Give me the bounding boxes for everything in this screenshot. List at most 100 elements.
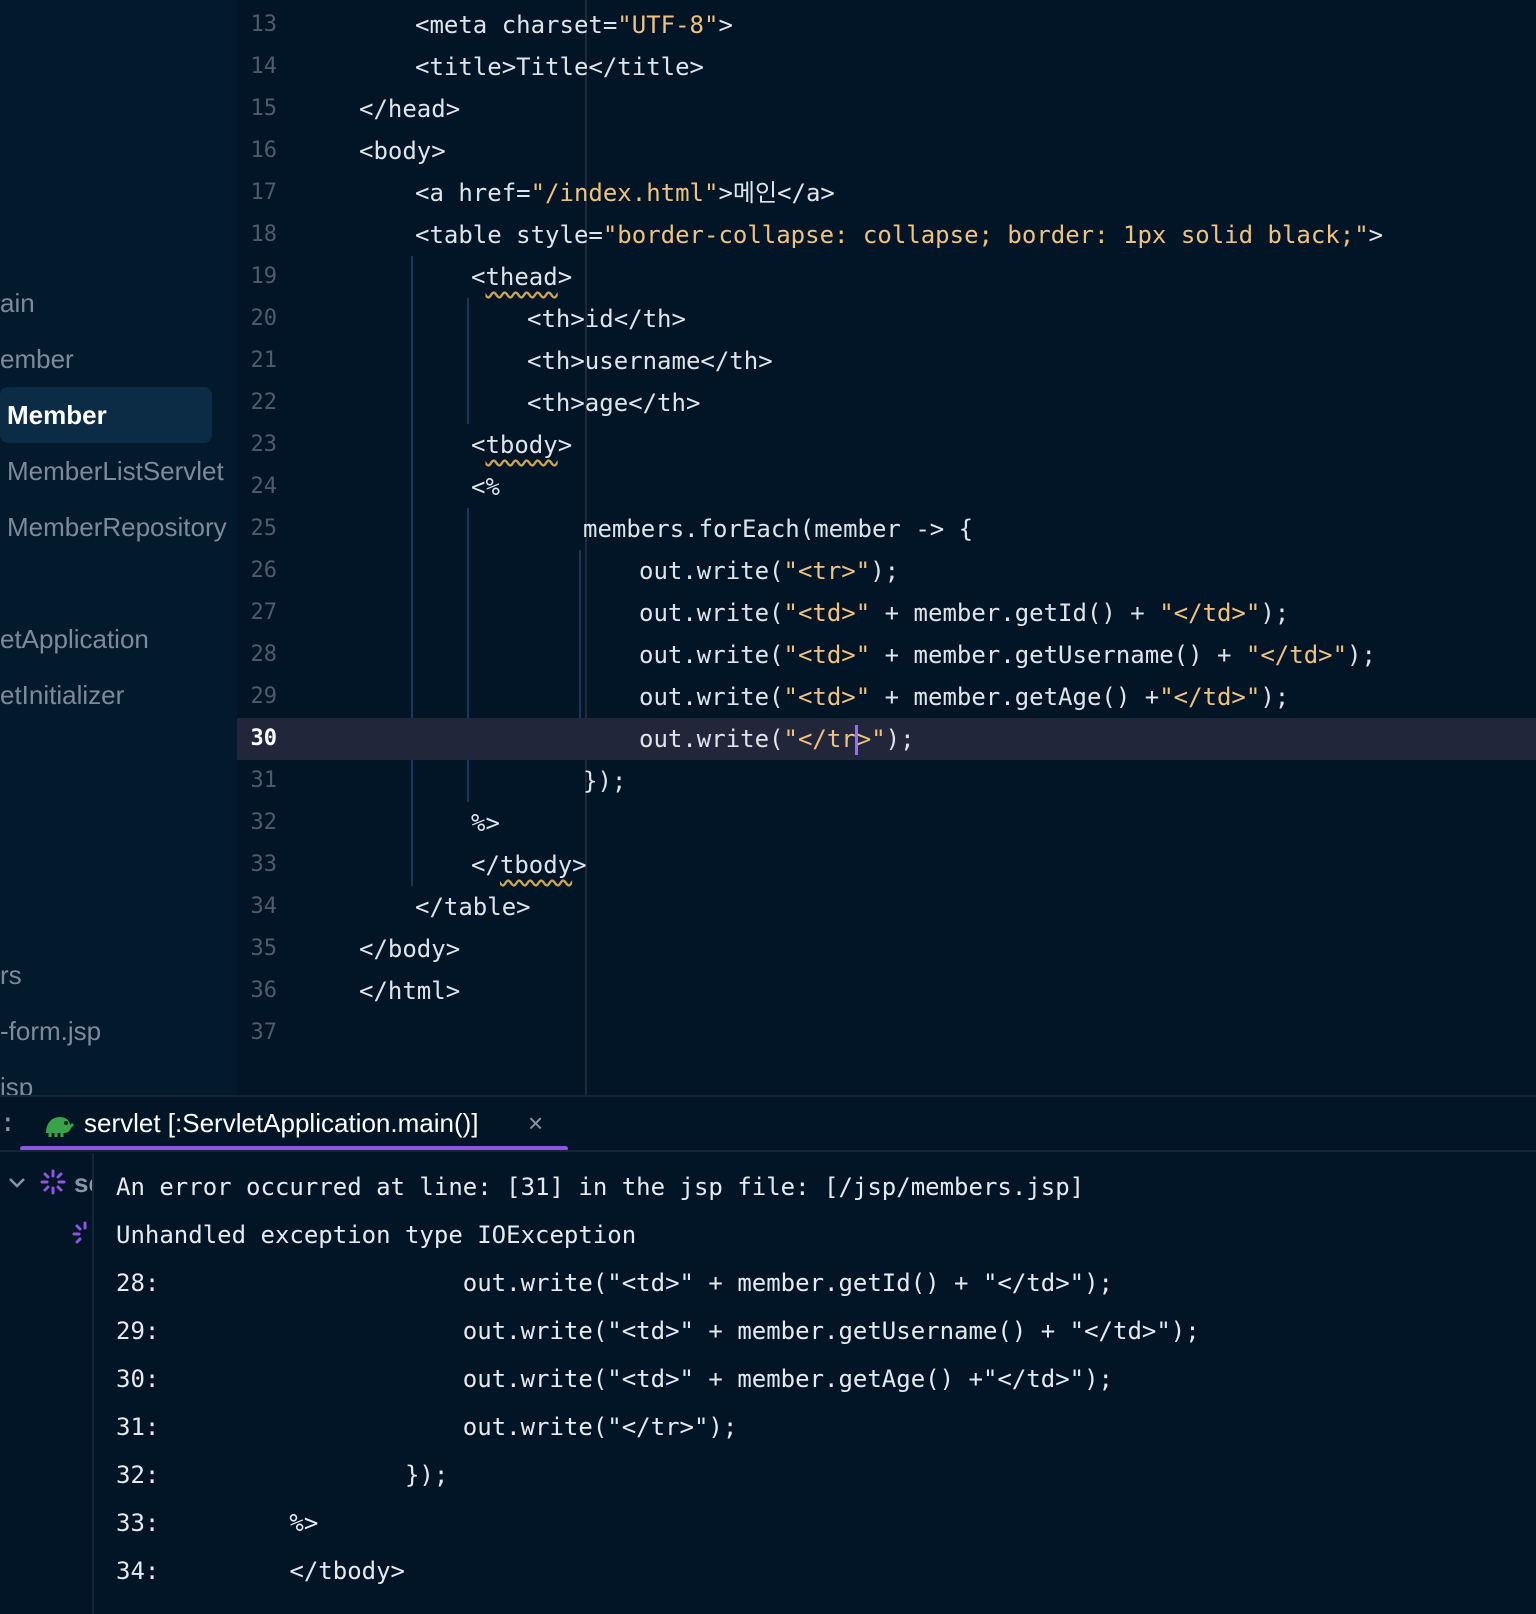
line-number: 35 bbox=[250, 936, 278, 961]
console-line: Unhandled exception type IOException bbox=[116, 1221, 637, 1249]
line-number: 17 bbox=[250, 180, 278, 205]
panel-colon: : bbox=[0, 1108, 16, 1138]
code-line: 29 out.write("<td>" + member.getAge() +"… bbox=[237, 676, 1536, 718]
sidebar-item-label: jsp bbox=[0, 1072, 34, 1095]
code-text: members.forEach(member -> { bbox=[583, 515, 974, 543]
sidebar-item-label: etInitializer bbox=[0, 680, 125, 710]
run-tree-item-label[interactable]: se bbox=[74, 1163, 92, 1203]
line-number: 37 bbox=[250, 1020, 278, 1045]
code-text: <table style="border-collapse: collapse;… bbox=[415, 221, 1384, 249]
code-text: <meta charset="UTF-8"> bbox=[415, 11, 733, 39]
run-tool-window: : servlet [:ServletApplication.main()] × bbox=[0, 1095, 1536, 1614]
run-tab-title: servlet [:ServletApplication.main()] bbox=[84, 1108, 479, 1138]
code-line-current: 30 out.write("</tr>"); bbox=[237, 718, 1536, 760]
code-line: 19 <thead> bbox=[237, 256, 1536, 298]
code-text: }); bbox=[583, 767, 627, 795]
code-line: 13 <meta charset="UTF-8"> bbox=[237, 4, 1536, 46]
code-line: 23 <tbody> bbox=[237, 424, 1536, 466]
code-line: 25 members.forEach(member -> { bbox=[237, 508, 1536, 550]
code-text: <title>Title</title> bbox=[415, 53, 704, 81]
sidebar-item-member-selected[interactable]: Member bbox=[0, 387, 212, 443]
code-text: <thead> bbox=[471, 263, 573, 291]
code-text: out.write("<td>" + member.getAge() +"</t… bbox=[639, 683, 1290, 711]
code-line: 24 <% bbox=[237, 466, 1536, 508]
sidebar-item-label: rs bbox=[0, 960, 22, 990]
code-text: out.write("<tr>"); bbox=[639, 557, 900, 585]
code-line: 20 <th>id</th> bbox=[237, 298, 1536, 340]
line-number: 32 bbox=[250, 810, 278, 835]
console-line: 28: out.write("<td>" + member.getId() + … bbox=[116, 1269, 1113, 1297]
line-number: 34 bbox=[250, 894, 278, 919]
code-line: 32 %> bbox=[237, 802, 1536, 844]
code-text: </head> bbox=[359, 95, 461, 123]
line-number: 26 bbox=[250, 558, 278, 583]
code-text: </tbody> bbox=[471, 851, 587, 879]
code-text: <body> bbox=[359, 137, 446, 165]
code-editor[interactable]: 13 <meta charset="UTF-8"> 14 <title>Titl… bbox=[237, 0, 1536, 1095]
code-text: out.write("<td>" + member.getId() + "</t… bbox=[639, 599, 1290, 627]
console-line: 34: </tbody> bbox=[116, 1557, 405, 1585]
code-text: <a href="/index.html">메인</a> bbox=[415, 179, 835, 207]
panel-divider bbox=[0, 1150, 1536, 1152]
code-line: 18 <table style="border-collapse: collap… bbox=[237, 214, 1536, 256]
code-line: 34 </table> bbox=[237, 886, 1536, 928]
code-text: out.write("<td>" + member.getUsername() … bbox=[639, 641, 1376, 669]
line-number: 16 bbox=[250, 138, 278, 163]
sidebar-item-label: ain bbox=[0, 288, 35, 318]
code-line: 15 </head> bbox=[237, 88, 1536, 130]
console-line: 29: out.write("<td>" + member.getUsernam… bbox=[116, 1317, 1200, 1345]
code-line: 35 </body> bbox=[237, 928, 1536, 970]
project-sidebar: t ain ember Member MemberListServlet Mem… bbox=[0, 0, 237, 1095]
code-line: 14 <title>Title</title> bbox=[237, 46, 1536, 88]
line-number: 33 bbox=[250, 852, 278, 877]
line-number: 19 bbox=[250, 264, 278, 289]
code-text: out.write("</tr>"); bbox=[639, 725, 915, 755]
line-number: 22 bbox=[250, 390, 278, 415]
line-number: 18 bbox=[250, 222, 278, 247]
line-number: 36 bbox=[250, 978, 278, 1003]
line-number: 14 bbox=[250, 54, 278, 79]
line-number: 24 bbox=[250, 474, 278, 499]
line-number: 23 bbox=[250, 432, 278, 457]
bug-icon bbox=[42, 1107, 76, 1144]
line-number: 29 bbox=[250, 684, 278, 709]
sidebar-item-label: Member bbox=[7, 400, 107, 430]
line-number: 27 bbox=[250, 600, 278, 625]
code-text: <% bbox=[471, 473, 500, 501]
sidebar-item-label: MemberRepository bbox=[7, 512, 227, 542]
run-tab[interactable]: servlet [:ServletApplication.main()] × bbox=[20, 1097, 568, 1149]
code-text: %> bbox=[471, 809, 500, 837]
line-number: 30 bbox=[250, 726, 278, 751]
spinner-icon bbox=[72, 1221, 92, 1251]
line-number: 20 bbox=[250, 306, 278, 331]
chevron-down-icon[interactable] bbox=[8, 1175, 26, 1194]
sidebar-item-label: MemberListServlet bbox=[7, 456, 224, 486]
code-line: 22 <th>age</th> bbox=[237, 382, 1536, 424]
code-line: 16 <body> bbox=[237, 130, 1536, 172]
code-line: 36 </html> bbox=[237, 970, 1536, 1012]
line-number: 21 bbox=[250, 348, 278, 373]
sidebar-item-label: -form.jsp bbox=[0, 1016, 102, 1046]
code-line: 27 out.write("<td>" + member.getId() + "… bbox=[237, 592, 1536, 634]
code-line: 26 out.write("<tr>"); bbox=[237, 550, 1536, 592]
code-line: 37 bbox=[237, 1012, 1536, 1054]
code-text: </html> bbox=[359, 977, 461, 1005]
run-tree: se bbox=[0, 1153, 94, 1614]
code-line: 33 </tbody> bbox=[237, 844, 1536, 886]
line-number: 28 bbox=[250, 642, 278, 667]
console-line: 30: out.write("<td>" + member.getAge() +… bbox=[116, 1365, 1113, 1393]
line-number: 31 bbox=[250, 768, 278, 793]
code-line: 31 }); bbox=[237, 760, 1536, 802]
close-icon[interactable]: × bbox=[528, 1097, 543, 1149]
code-text: <th>username</th> bbox=[527, 347, 773, 375]
code-text: <tbody> bbox=[471, 431, 573, 459]
console-line: 32: }); bbox=[116, 1461, 449, 1489]
code-line: 28 out.write("<td>" + member.getUsername… bbox=[237, 634, 1536, 676]
console-line: 33: %> bbox=[116, 1509, 319, 1537]
line-number: 15 bbox=[250, 96, 278, 121]
console-output[interactable]: An error occurred at line: [31] in the j… bbox=[116, 1163, 1516, 1595]
code-text: </body> bbox=[359, 935, 461, 963]
console-line: 31: out.write("</tr>"); bbox=[116, 1413, 738, 1441]
line-number: 25 bbox=[250, 516, 278, 541]
sidebar-item-label: ember bbox=[0, 344, 74, 374]
